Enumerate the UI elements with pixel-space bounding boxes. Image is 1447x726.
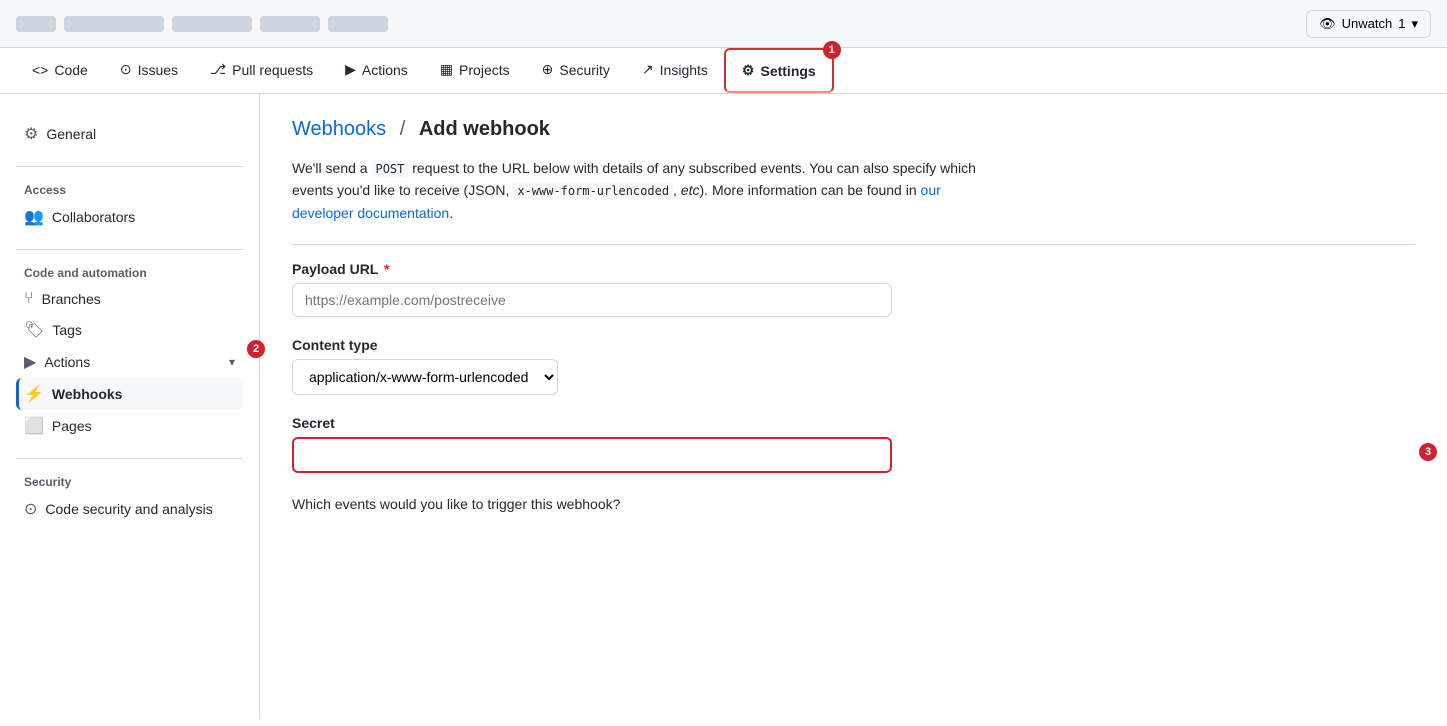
content-type-select[interactable]: application/x-www-form-urlencoded applic… xyxy=(292,359,558,395)
webhook-icon: ⚡ xyxy=(24,384,44,404)
collaborators-icon: 👥 xyxy=(24,207,44,227)
pages-icon: ⬜ xyxy=(24,416,44,436)
post-code: POST xyxy=(371,161,408,177)
top-bar: 👁 Unwatch 1 ▾ xyxy=(0,0,1447,48)
sidebar-item-pages[interactable]: ⬜ Pages xyxy=(16,410,243,442)
chevron-down-icon: ▾ xyxy=(229,355,235,369)
main-content: Webhooks / Add webhook We'll send a POST… xyxy=(260,94,1447,719)
placeholder-3 xyxy=(172,16,252,32)
tab-issues[interactable]: ⊙ Issues xyxy=(104,49,194,92)
sidebar-security-section: Security ⊙ Code security and analysis xyxy=(16,467,243,525)
sidebar-general-section: ⚙ General xyxy=(16,118,243,150)
actions-icon: ▶ xyxy=(345,61,356,78)
sidebar: ⚙ General Access 👥 Collaborators Code an… xyxy=(0,94,260,719)
secret-wrapper: 3 xyxy=(292,437,1415,473)
secret-input[interactable] xyxy=(292,437,892,473)
content-type-label: Content type xyxy=(292,337,1415,353)
tab-insights[interactable]: ↗ Insights xyxy=(626,49,724,92)
sidebar-item-tags[interactable]: 🏷 Tags xyxy=(16,314,243,346)
breadcrumb-current: Add webhook xyxy=(419,118,550,140)
etc-text: etc xyxy=(681,182,700,198)
unwatch-label: Unwatch xyxy=(1342,16,1393,31)
placeholder-2 xyxy=(64,16,164,32)
sidebar-item-general[interactable]: ⚙ General xyxy=(16,118,243,150)
branch-icon: ⑂ xyxy=(24,290,34,308)
sidebar-item-actions[interactable]: ▶ Actions ▾ 2 xyxy=(16,346,243,378)
sidebar-security-label: Security xyxy=(16,467,243,493)
tab-code[interactable]: <> Code xyxy=(16,50,104,92)
unwatch-button[interactable]: 👁 Unwatch 1 ▾ xyxy=(1306,10,1431,38)
tab-projects[interactable]: ▦ Projects xyxy=(424,49,526,92)
sidebar-code-automation-section: Code and automation ⑂ Branches 🏷 Tags ▶ … xyxy=(16,258,243,442)
sidebar-divider-1 xyxy=(16,166,243,167)
actions-left: ▶ Actions xyxy=(24,352,90,372)
pr-icon: ⎇ xyxy=(210,61,226,78)
settings-badge: 1 xyxy=(823,41,841,59)
sidebar-item-branches[interactable]: ⑂ Branches xyxy=(16,284,243,314)
actions-nav-icon: ▶ xyxy=(24,352,36,372)
secret-group: Secret 3 xyxy=(292,415,1415,473)
issues-icon: ⊙ xyxy=(120,61,132,78)
sidebar-divider-2 xyxy=(16,249,243,250)
settings-icon: ⚙ xyxy=(742,62,755,79)
payload-url-input[interactable] xyxy=(292,283,892,317)
placeholder-5 xyxy=(328,16,388,32)
placeholder-1 xyxy=(16,16,56,32)
tab-pull-requests[interactable]: ⎇ Pull requests xyxy=(194,49,329,92)
secret-label: Secret xyxy=(292,415,1415,431)
projects-icon: ▦ xyxy=(440,61,453,78)
events-question: Which events would you like to trigger t… xyxy=(292,493,992,515)
sidebar-item-webhooks[interactable]: ⚡ Webhooks xyxy=(16,378,243,410)
insights-icon: ↗ xyxy=(642,61,654,78)
actions-sidebar-badge: 2 xyxy=(247,340,265,358)
urlencoded-code: x-www-form-urlencoded xyxy=(513,183,673,199)
tag-icon: 🏷 xyxy=(24,320,44,340)
webhook-description: We'll send a POST request to the URL bel… xyxy=(292,157,992,224)
gear-icon: ⚙ xyxy=(24,124,38,144)
sidebar-code-auto-label: Code and automation xyxy=(16,258,243,284)
required-marker: * xyxy=(384,261,389,277)
tab-settings[interactable]: ⚙ Settings 1 xyxy=(724,48,834,93)
sidebar-item-code-security[interactable]: ⊙ Code security and analysis xyxy=(16,493,243,525)
breadcrumb-separator: / xyxy=(400,118,406,140)
sidebar-divider-3 xyxy=(16,458,243,459)
breadcrumb: Webhooks / Add webhook xyxy=(292,118,1415,141)
code-icon: <> xyxy=(32,62,48,78)
secret-badge: 3 xyxy=(1419,443,1437,461)
breadcrumb-link[interactable]: Webhooks xyxy=(292,118,386,140)
form-divider-1 xyxy=(292,244,1415,245)
security-icon: ⊕ xyxy=(542,61,554,78)
placeholder-4 xyxy=(260,16,320,32)
repo-path xyxy=(16,16,388,32)
tab-security[interactable]: ⊕ Security xyxy=(526,49,626,92)
payload-url-group: Payload URL * xyxy=(292,261,1415,317)
actions-row: ▶ Actions ▾ xyxy=(24,352,235,372)
sidebar-access-label: Access xyxy=(16,175,243,201)
sidebar-access-section: Access 👥 Collaborators xyxy=(16,175,243,233)
code-security-icon: ⊙ xyxy=(24,499,37,519)
sidebar-item-collaborators[interactable]: 👥 Collaborators xyxy=(16,201,243,233)
eye-icon: 👁 xyxy=(1319,16,1336,32)
tab-actions[interactable]: ▶ Actions xyxy=(329,49,424,92)
dropdown-icon: ▾ xyxy=(1411,16,1418,32)
unwatch-count: 1 xyxy=(1398,16,1405,31)
payload-url-label: Payload URL * xyxy=(292,261,1415,277)
page-layout: ⚙ General Access 👥 Collaborators Code an… xyxy=(0,94,1447,719)
repo-nav: <> Code ⊙ Issues ⎇ Pull requests ▶ Actio… xyxy=(0,48,1447,94)
content-type-group: Content type application/x-www-form-urle… xyxy=(292,337,1415,395)
